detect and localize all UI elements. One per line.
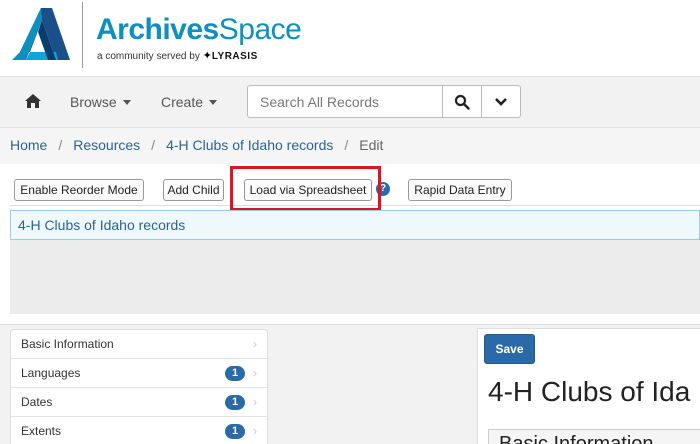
- brand-name-part2: Space: [218, 13, 302, 46]
- highlight-annotation: [230, 166, 381, 211]
- tree-panel: 4-H Clubs of Idaho records: [10, 210, 700, 314]
- create-menu[interactable]: Create: [161, 93, 218, 111]
- breadcrumb-separator: /: [151, 137, 156, 153]
- archivesspace-logo-icon[interactable]: [12, 8, 70, 60]
- breadcrumb-current: Edit: [359, 137, 384, 153]
- caret-down-icon: [122, 100, 131, 105]
- sidenav-item-label: Extents: [21, 424, 62, 438]
- count-badge: 1: [225, 395, 245, 410]
- sidenav-item-extents[interactable]: Extents 1 ›: [11, 417, 267, 444]
- count-badge: 1: [225, 424, 245, 439]
- sidenav-item-label: Languages: [21, 366, 81, 380]
- sidenav-item-languages[interactable]: Languages 1 ›: [11, 359, 267, 388]
- logo-divider: [82, 2, 83, 68]
- record-edit-area: Basic Information › Languages 1 › Dates …: [0, 324, 700, 444]
- search-icon: [454, 94, 470, 110]
- browse-label: Browse: [70, 94, 117, 110]
- breadcrumb-separator: /: [344, 137, 349, 153]
- breadcrumb: Home / Resources / 4-H Clubs of Idaho record…: [0, 128, 700, 164]
- count-badge: 1: [225, 366, 245, 381]
- brand-name-part1: Archives: [96, 13, 219, 46]
- chevron-right-icon: ›: [253, 395, 257, 409]
- create-label: Create: [161, 94, 204, 110]
- sidenav-item-label: Dates: [21, 395, 53, 409]
- search-button[interactable]: [442, 85, 482, 118]
- breadcrumb-home[interactable]: Home: [10, 137, 47, 153]
- save-button[interactable]: Save: [484, 334, 535, 364]
- chevron-right-icon: ›: [253, 366, 257, 380]
- chevron-right-icon: ›: [253, 337, 257, 351]
- main-navbar: Browse Create: [0, 76, 700, 128]
- breadcrumb-resource[interactable]: 4-H Clubs of Idaho records: [166, 137, 333, 153]
- app-header: ArchivesSpace a community served by ✦LYR…: [0, 0, 700, 76]
- record-form: Save 4-H Clubs of Ida Basic Information: [477, 328, 700, 444]
- search-input[interactable]: [247, 85, 443, 118]
- tagline-text: a community served by: [97, 51, 200, 62]
- chevron-right-icon: ›: [253, 424, 257, 438]
- caret-down-icon: [209, 100, 218, 105]
- tree-area: Enable Reorder Mode Add Child Load via S…: [0, 164, 700, 324]
- chevron-down-icon: [495, 98, 507, 106]
- lyrasis-star-icon: ✦: [202, 50, 212, 62]
- sidenav-item-basic-information[interactable]: Basic Information ›: [11, 330, 267, 359]
- browse-menu[interactable]: Browse: [70, 93, 131, 111]
- advanced-search-toggle[interactable]: [481, 85, 521, 118]
- partner-name: LYRASIS: [211, 51, 258, 62]
- breadcrumb-resources[interactable]: Resources: [73, 137, 140, 153]
- form-sidenav: Basic Information › Languages 1 › Dates …: [10, 329, 268, 444]
- breadcrumb-separator: /: [58, 137, 63, 153]
- sidenav-item-label: Basic Information: [21, 337, 114, 351]
- record-title: 4-H Clubs of Ida: [488, 376, 691, 407]
- tree-root-node[interactable]: 4-H Clubs of Idaho records: [10, 210, 700, 240]
- section-heading-basic-information: Basic Information: [488, 429, 700, 444]
- sidenav-item-dates[interactable]: Dates 1 ›: [11, 388, 267, 417]
- enable-reorder-mode-button[interactable]: Enable Reorder Mode: [14, 179, 144, 201]
- brand-tagline: a community served by ✦LYRASIS: [97, 50, 258, 63]
- rapid-data-entry-button[interactable]: Rapid Data Entry: [408, 179, 512, 201]
- home-icon[interactable]: [24, 92, 42, 110]
- add-child-button[interactable]: Add Child: [163, 179, 224, 201]
- brand-title[interactable]: ArchivesSpace: [96, 13, 302, 47]
